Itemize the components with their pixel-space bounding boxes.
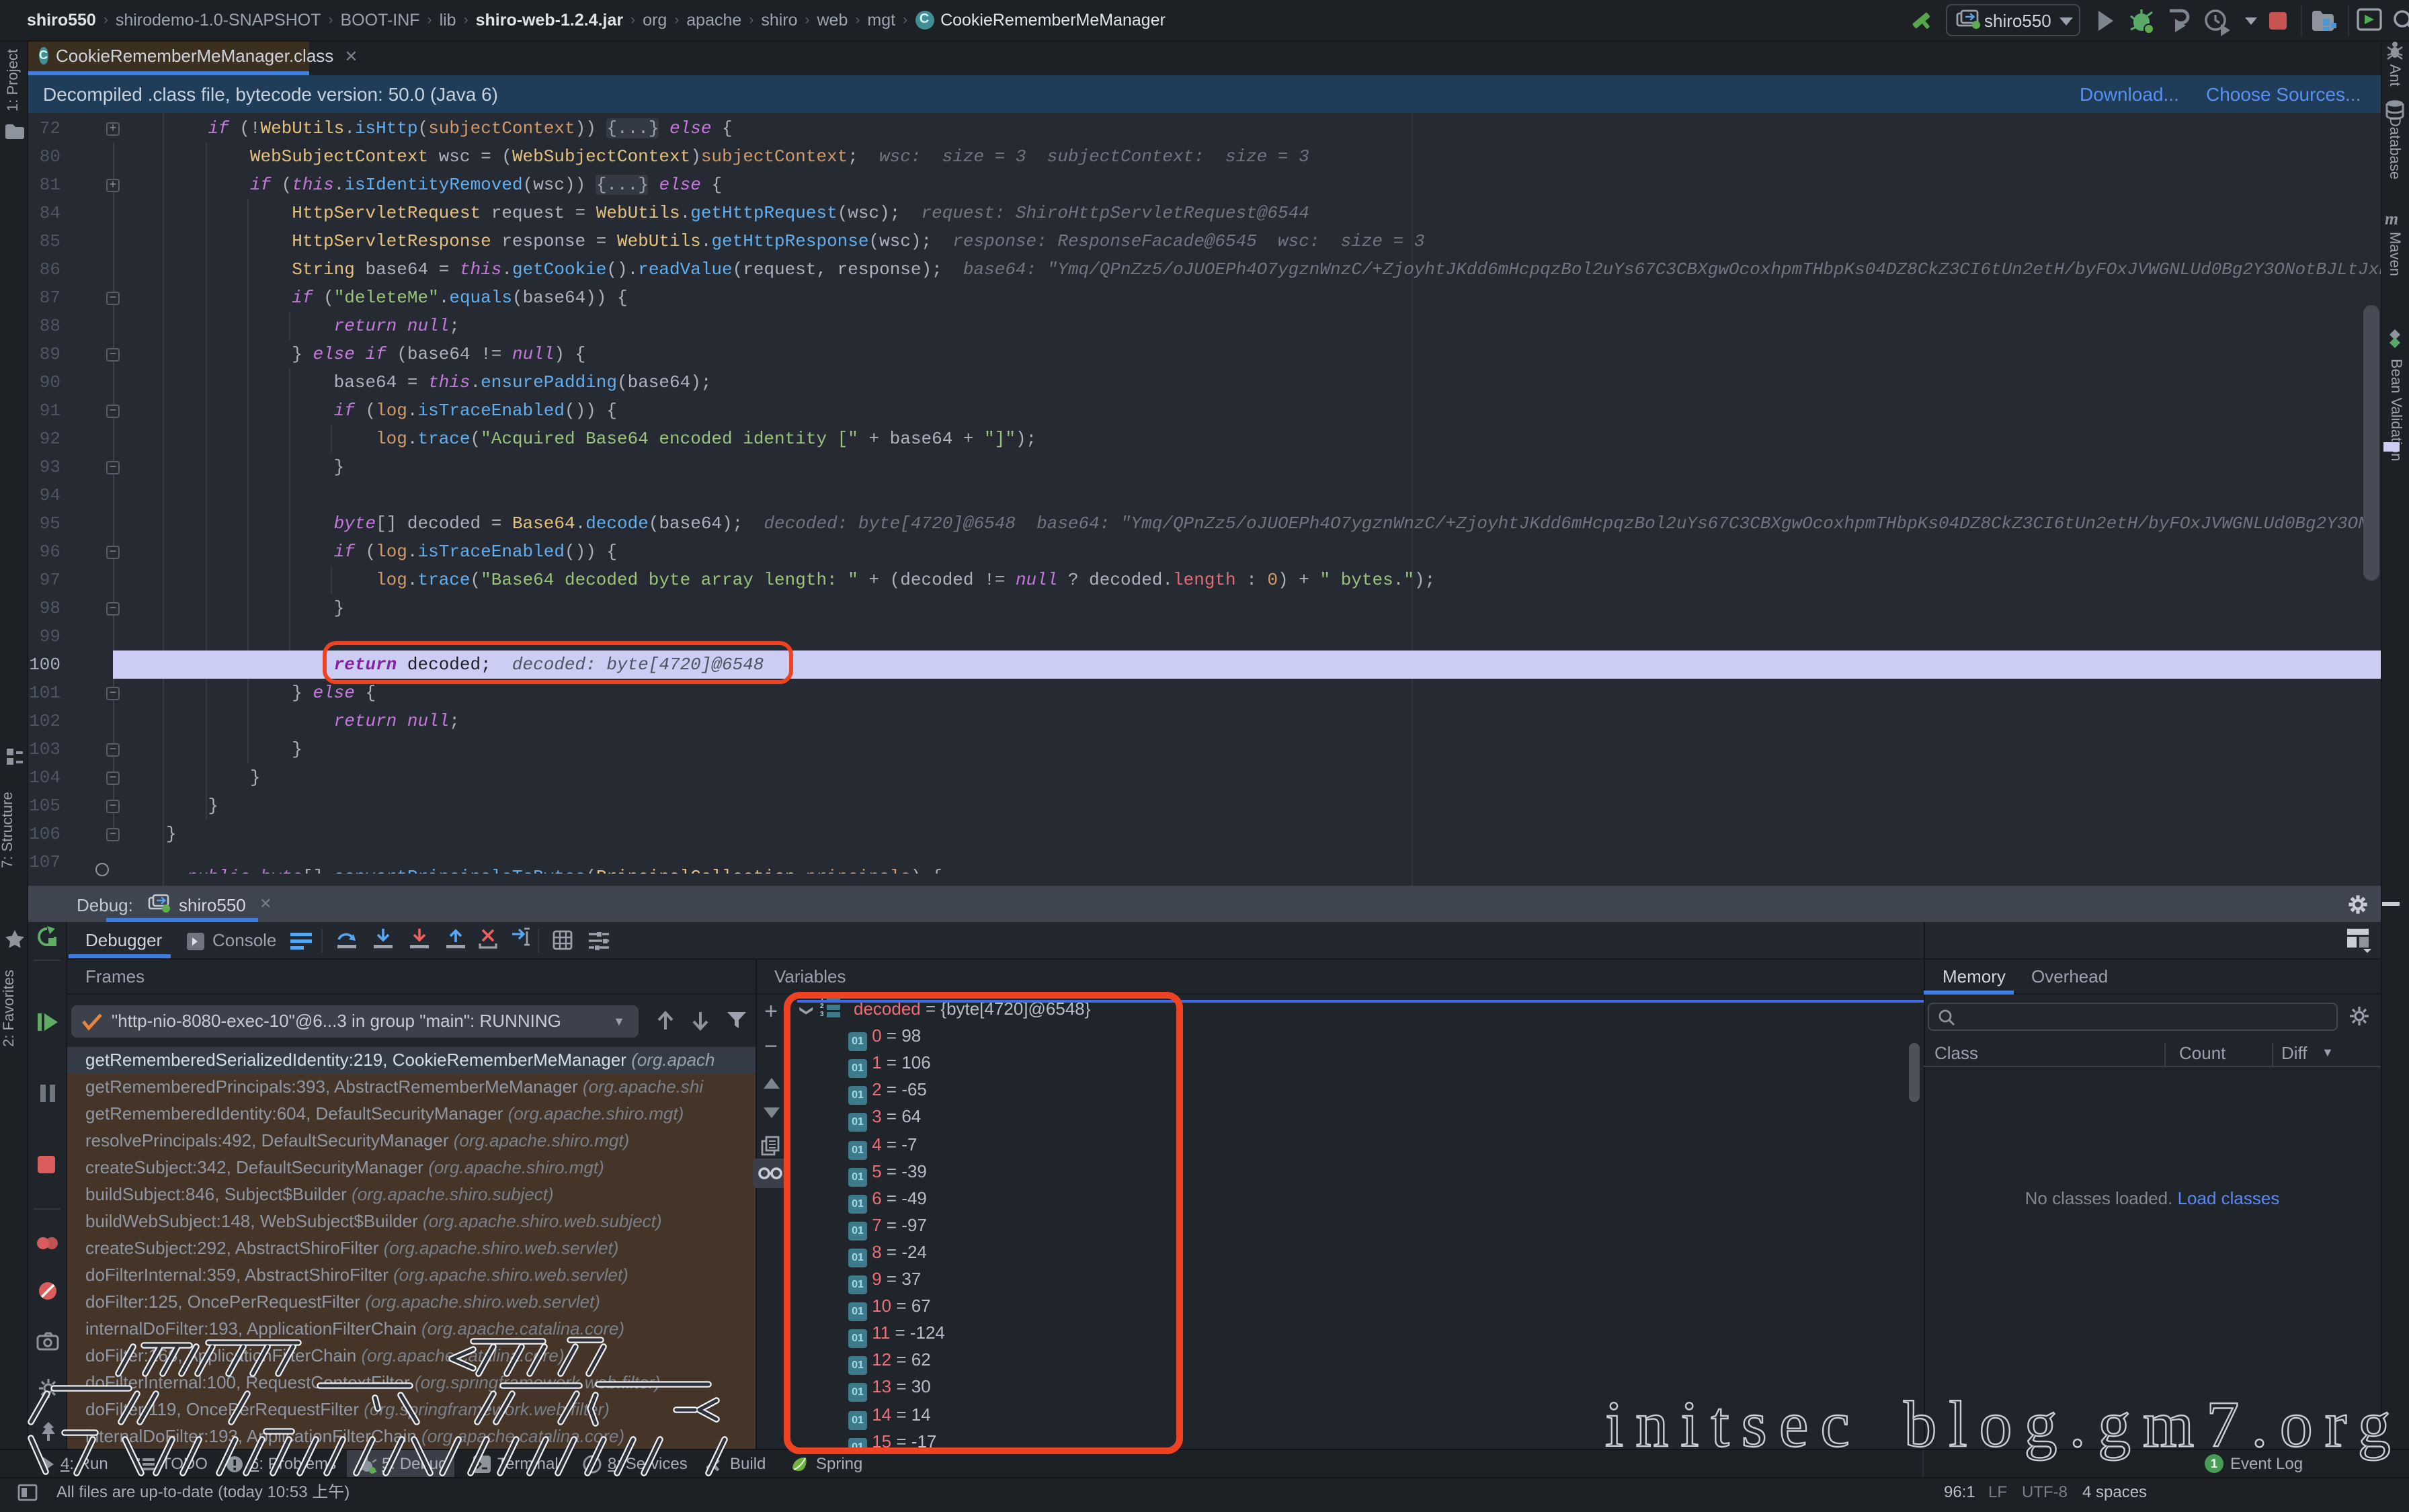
svg-text:shiro550: shiro550 (1984, 11, 2051, 31)
